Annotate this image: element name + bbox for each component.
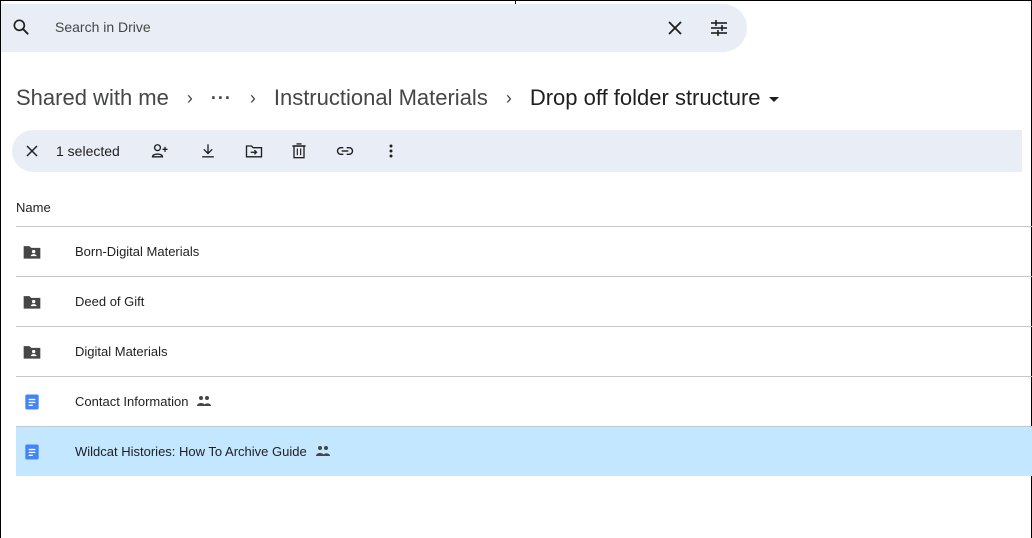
google-doc-icon <box>25 394 39 410</box>
breadcrumb-overflow[interactable]: ··· <box>211 88 232 109</box>
tune-icon[interactable] <box>707 16 731 40</box>
move-to-folder-icon[interactable] <box>244 141 264 161</box>
file-name: Born-Digital Materials <box>75 244 200 259</box>
current-folder-title: Drop off folder structure <box>529 85 761 110</box>
share-icon[interactable] <box>150 141 170 161</box>
people-icon <box>197 396 212 406</box>
selection-count: 1 selected <box>56 143 120 159</box>
file-name: Wildcat Histories: How To Archive Guide <box>75 444 307 459</box>
list-item[interactable]: Contact Information <box>16 376 1032 426</box>
download-icon[interactable] <box>198 141 218 161</box>
file-name: Digital Materials <box>75 344 168 359</box>
chevron-right-icon: › <box>186 87 193 108</box>
google-doc-icon <box>25 444 39 460</box>
shared-folder-icon <box>23 296 41 309</box>
more-vert-icon[interactable] <box>381 141 401 161</box>
list-item[interactable]: Deed of Gift <box>16 276 1032 326</box>
file-list: Born-Digital Materials Deed of Gift Digi… <box>16 226 1032 476</box>
trash-icon[interactable] <box>289 141 309 161</box>
people-icon <box>315 446 330 456</box>
file-name-cell: Contact Information <box>75 394 212 409</box>
close-icon[interactable] <box>22 141 42 161</box>
chevron-right-icon: › <box>249 87 256 108</box>
close-icon[interactable] <box>663 16 687 40</box>
list-item[interactable]: Born-Digital Materials <box>16 226 1032 276</box>
caret-down-icon <box>768 96 779 102</box>
link-icon[interactable] <box>335 141 355 161</box>
chevron-right-icon: › <box>505 87 512 108</box>
list-item[interactable]: Wildcat Histories: How To Archive Guide <box>16 426 1032 476</box>
search-bar[interactable]: Search in Drive <box>1 4 747 52</box>
column-header-name[interactable]: Name <box>16 200 51 215</box>
file-name-cell: Wildcat Histories: How To Archive Guide <box>75 444 331 459</box>
file-name: Deed of Gift <box>75 294 145 309</box>
file-name: Contact Information <box>75 394 189 409</box>
selection-toolbar: 1 selected <box>12 130 1022 172</box>
breadcrumb-current-folder[interactable]: Drop off folder structure <box>530 85 779 111</box>
list-item[interactable]: Digital Materials <box>16 326 1032 376</box>
search-input[interactable]: Search in Drive <box>55 19 151 35</box>
breadcrumb: Shared with me › ··· › Instructional Mat… <box>16 82 779 114</box>
shared-folder-icon <box>23 346 41 359</box>
breadcrumb-shared-with-me[interactable]: Shared with me <box>16 85 169 111</box>
shared-folder-icon <box>23 246 41 259</box>
search-icon[interactable] <box>11 17 31 37</box>
breadcrumb-instructional-materials[interactable]: Instructional Materials <box>274 85 488 111</box>
